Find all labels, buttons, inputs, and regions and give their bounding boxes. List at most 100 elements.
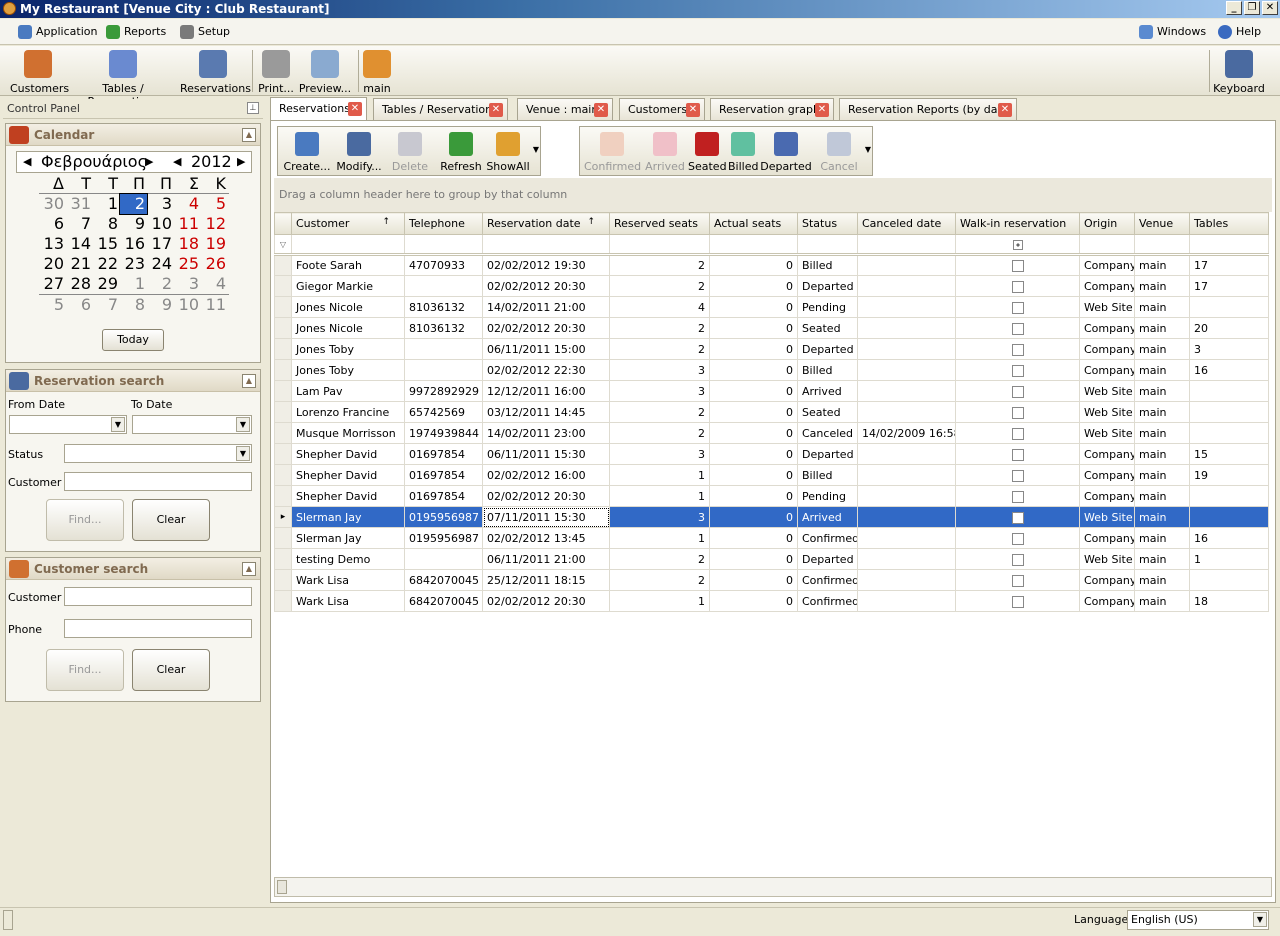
table-cell[interactable]: 2 xyxy=(609,254,710,276)
walk-in-checkbox[interactable] xyxy=(1011,364,1024,377)
showall-button[interactable]: ShowAll xyxy=(486,130,530,174)
calendar-day[interactable]: 22 xyxy=(93,254,120,274)
calendar-day[interactable]: 9 xyxy=(147,295,174,314)
table-cell[interactable]: 02/02/2012 22:30 xyxy=(482,359,610,381)
chevron-down-icon[interactable]: ▼ xyxy=(1253,912,1267,927)
calendar-day[interactable]: 18 xyxy=(174,234,201,254)
table-cell[interactable]: Pending xyxy=(797,485,858,507)
table-cell[interactable]: Company xyxy=(1079,485,1135,507)
table-cell[interactable]: 0 xyxy=(709,254,798,276)
table-cell[interactable] xyxy=(1189,401,1269,423)
table-cell[interactable]: Slerman Jay xyxy=(291,527,405,549)
calendar-day[interactable]: 9 xyxy=(120,214,147,234)
table-cell[interactable] xyxy=(857,275,956,297)
table-cell[interactable]: Company xyxy=(1079,443,1135,465)
tab-customers[interactable]: Customers ✕ xyxy=(619,98,705,120)
table-cell[interactable]: Arrived xyxy=(797,506,858,528)
table-row[interactable]: Slerman Jay 0195956987 02/02/2012 13:45 1 0 C… xyxy=(274,527,1269,549)
table-cell[interactable]: Company xyxy=(1079,254,1135,276)
table-cell[interactable]: Web Site xyxy=(1079,296,1135,318)
table-row[interactable]: testing Demo 06/11/2011 21:00 2 0 Departed We… xyxy=(274,548,1269,570)
table-cell[interactable]: 0 xyxy=(709,380,798,402)
row-indicator[interactable] xyxy=(274,359,292,381)
table-cell[interactable]: 0 xyxy=(709,527,798,549)
row-indicator[interactable] xyxy=(274,401,292,423)
column-header[interactable]: Venue xyxy=(1134,212,1190,235)
table-cell[interactable]: 17 xyxy=(1189,275,1269,297)
menu-setup[interactable]: Setup xyxy=(178,23,230,41)
close-icon[interactable]: ✕ xyxy=(998,103,1012,117)
close-icon[interactable]: ✕ xyxy=(686,103,700,117)
table-cell[interactable] xyxy=(1189,569,1269,591)
table-cell[interactable]: Billed xyxy=(797,464,858,486)
calendar-day[interactable]: 3 xyxy=(174,274,201,294)
menu-reports[interactable]: Reports xyxy=(104,23,166,41)
table-cell[interactable]: Company xyxy=(1079,569,1135,591)
column-header[interactable]: Tables xyxy=(1189,212,1269,235)
table-cell[interactable]: main xyxy=(1134,443,1190,465)
table-cell[interactable]: Lam Pav xyxy=(291,380,405,402)
table-cell[interactable]: Lorenzo Francine xyxy=(291,401,405,423)
cancel-button[interactable]: Cancel xyxy=(820,130,858,174)
table-cell[interactable]: 3 xyxy=(609,443,710,465)
table-cell[interactable]: 0 xyxy=(709,275,798,297)
table-cell[interactable] xyxy=(1189,296,1269,318)
calendar-day[interactable]: 2 xyxy=(147,274,174,294)
table-cell[interactable]: 2 xyxy=(609,275,710,297)
table-cell[interactable]: Confirmed xyxy=(797,590,858,612)
calendar-day[interactable]: 6 xyxy=(66,295,93,314)
column-header[interactable]: Origin xyxy=(1079,212,1135,235)
table-cell[interactable]: 07/11/2011 15:30 xyxy=(482,506,610,528)
close-button[interactable]: ✕ xyxy=(1262,1,1278,15)
modify-button[interactable]: Modify... xyxy=(334,130,384,174)
calendar-day[interactable]: 11 xyxy=(174,214,201,234)
menu-windows[interactable]: Windows xyxy=(1137,23,1206,41)
table-cell[interactable]: Jones Toby xyxy=(291,338,405,360)
table-cell[interactable] xyxy=(857,485,956,507)
walk-in-checkbox[interactable] xyxy=(1011,301,1024,314)
table-cell[interactable]: Web Site xyxy=(1079,506,1135,528)
calendar-day[interactable]: 27 xyxy=(39,274,66,294)
tab-reservation-graph[interactable]: Reservation graph ✕ xyxy=(710,98,834,120)
table-cell[interactable] xyxy=(857,296,956,318)
tab-venue-main[interactable]: Venue : main ✕ xyxy=(517,98,613,120)
calendar-day[interactable]: 24 xyxy=(147,254,174,274)
table-cell[interactable]: Jones Nicole xyxy=(291,296,405,318)
table-cell[interactable]: Confirmed xyxy=(797,569,858,591)
table-cell[interactable]: 12/12/2011 16:00 xyxy=(482,380,610,402)
table-cell[interactable]: main xyxy=(1134,506,1190,528)
close-icon[interactable]: ✕ xyxy=(489,103,503,117)
filter-checkbox[interactable] xyxy=(1012,239,1023,250)
table-cell[interactable]: 02/02/2012 20:30 xyxy=(482,590,610,612)
calendar-day[interactable]: 8 xyxy=(120,295,147,314)
table-cell[interactable] xyxy=(857,548,956,570)
filter-cell[interactable] xyxy=(482,234,610,256)
table-cell[interactable]: 2 xyxy=(609,401,710,423)
table-cell[interactable]: Company xyxy=(1079,338,1135,360)
row-indicator[interactable] xyxy=(274,548,292,570)
table-cell[interactable]: 65742569 xyxy=(404,401,483,423)
table-cell[interactable] xyxy=(857,443,956,465)
table-cell[interactable]: Company xyxy=(1079,464,1135,486)
table-cell[interactable]: 0 xyxy=(709,359,798,381)
table-cell[interactable]: 02/02/2012 20:30 xyxy=(482,485,610,507)
table-cell[interactable] xyxy=(955,485,1080,507)
table-cell[interactable]: Billed xyxy=(797,254,858,276)
table-cell[interactable]: Departed xyxy=(797,548,858,570)
table-row[interactable]: Jones Toby 06/11/2011 15:00 2 0 Departed Comp… xyxy=(274,338,1269,360)
table-cell[interactable]: 2 xyxy=(609,548,710,570)
tab-reservation-reports[interactable]: Reservation Reports (by day) ✕ xyxy=(839,98,1017,120)
delete-button[interactable]: Delete xyxy=(390,130,430,174)
walk-in-checkbox[interactable] xyxy=(1011,511,1024,524)
table-cell[interactable]: 01697854 xyxy=(404,464,483,486)
table-row[interactable]: ▸ Slerman Jay 0195956987 07/11/2011 15:30 3 0… xyxy=(274,506,1269,528)
table-cell[interactable]: main xyxy=(1134,338,1190,360)
row-indicator[interactable] xyxy=(274,338,292,360)
table-cell[interactable]: 6842070045 xyxy=(404,590,483,612)
keyboard-button[interactable]: Keyboard xyxy=(1212,48,1266,95)
table-cell[interactable]: Company xyxy=(1079,527,1135,549)
close-icon[interactable]: ✕ xyxy=(348,102,362,116)
column-header[interactable]: Reservation date ↑ xyxy=(482,212,610,235)
table-cell[interactable]: 3 xyxy=(609,506,710,528)
table-cell[interactable]: 2 xyxy=(609,422,710,444)
